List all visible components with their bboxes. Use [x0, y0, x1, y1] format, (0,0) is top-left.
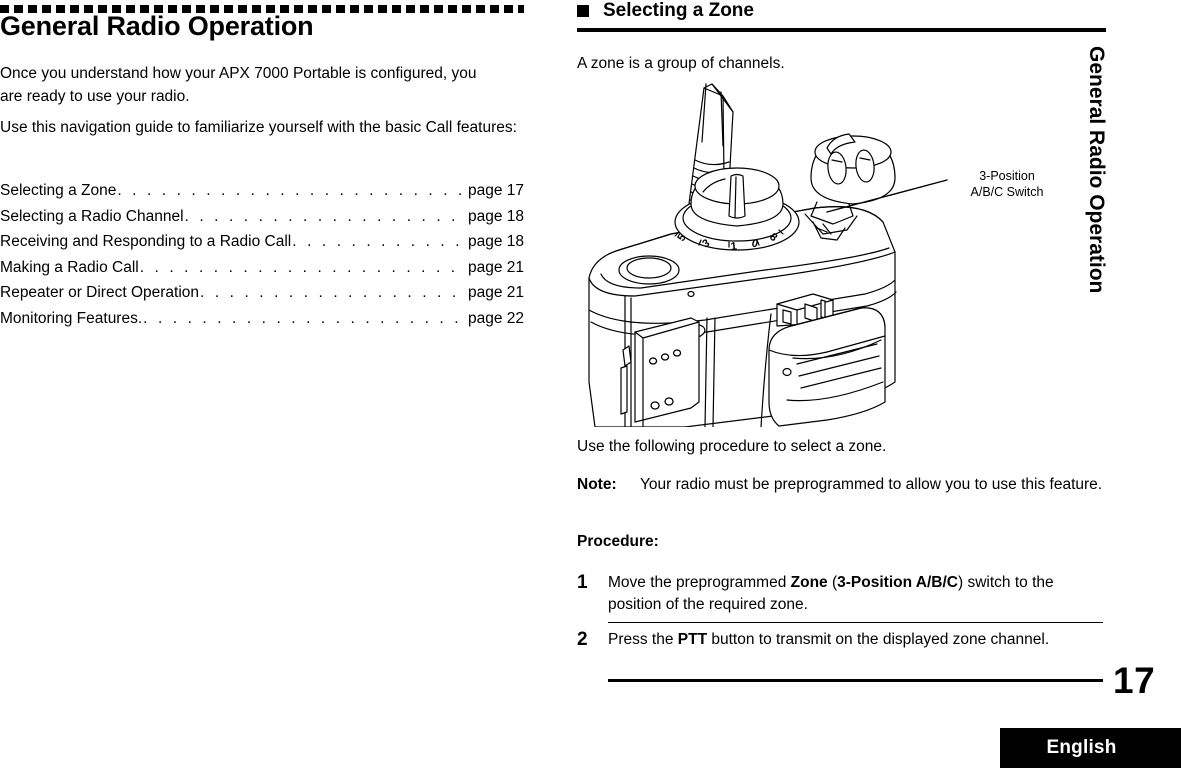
toc-entry-page: page 17	[467, 182, 524, 199]
intro-paragraph-1: Once you understand how your APX 7000 Po…	[0, 65, 477, 105]
page-title: General Radio Operation	[0, 11, 314, 41]
toc-entry-page: page 21	[467, 258, 524, 276]
accessory-port	[618, 255, 680, 285]
toc-entry-label: Making a Radio Call	[0, 258, 139, 276]
toc-leader-dots: . . . . . . . . . . . . . . . . . . . . …	[292, 233, 467, 250]
intro-paragraph-2: Use this navigation guide to familiarize…	[0, 119, 517, 136]
step-text: Move the preprogrammed Zone (3-Position …	[608, 574, 1054, 613]
step-number: 2	[577, 629, 588, 650]
step-divider-rule	[608, 622, 1103, 623]
toc-leader-dots: . . . . . . . . . . . . . . . . . . . . …	[117, 182, 467, 199]
toc-leader-dots: . . . . . . . . . . . . . . . . . . . . …	[184, 207, 467, 225]
section-heading-rule	[577, 28, 1103, 32]
table-of-contents: Selecting a Zone . . . . . . . . . . . .…	[0, 182, 524, 335]
toc-entry-label: Monitoring Features.	[0, 309, 143, 327]
note-text: Your radio must be preprogrammed to allo…	[640, 476, 1103, 493]
square-bullet-icon	[577, 5, 589, 17]
toc-entry[interactable]: Selecting a Radio Channel . . . . . . . …	[0, 208, 524, 234]
toc-entry[interactable]: Receiving and Responding to a Radio Call…	[0, 233, 524, 259]
toc-entry[interactable]: Monitoring Features. . . . . . . . . . .…	[0, 310, 524, 336]
toc-leader-dots: . . . . . . . . . . . . . . . . . . . . …	[139, 258, 467, 276]
toc-entry-page: page 18	[467, 233, 524, 250]
radio-illustration: MOTOROLA	[565, 82, 1110, 427]
running-head: General Radio Operation	[1085, 46, 1108, 294]
toc-entry[interactable]: Repeater or Direct Operation . . . . . .…	[0, 284, 524, 310]
side-tab-rule	[1080, 28, 1106, 32]
section-heading: Selecting a Zone	[577, 0, 754, 22]
procedure-step: 2 Press the PTT button to transmit on th…	[577, 629, 1109, 651]
note-block: Note: Your radio must be preprogrammed t…	[577, 474, 1109, 496]
toc-entry-label: Receiving and Responding to a Radio Call	[0, 233, 292, 250]
language-tab: English	[1000, 728, 1181, 768]
callout-line-2: A/B/C Switch	[970, 185, 1044, 199]
procedure-intro-paragraph: Use the following procedure to select a …	[577, 438, 887, 455]
callout-line-1: 3-Position	[979, 169, 1035, 183]
toc-entry-label: Repeater or Direct Operation	[0, 284, 200, 301]
section-intro-paragraph: A zone is a group of channels.	[577, 55, 785, 72]
section-heading-label: Selecting a Zone	[603, 0, 754, 21]
toc-entry-page: page 21	[467, 284, 524, 301]
toc-entry-page: page 18	[467, 207, 524, 225]
toc-leader-dots: . . . . . . . . . . . . . . . . . . . . …	[143, 309, 467, 327]
toc-entry-label: Selecting a Zone	[0, 182, 117, 199]
procedure-label: Procedure:	[577, 533, 659, 550]
step-bottom-rule	[608, 679, 1103, 682]
step-number: 1	[577, 572, 588, 593]
apx7000-radio-drawing: MOTOROLA	[588, 83, 948, 427]
callout-label: 3-Position A/B/C Switch	[942, 168, 1072, 200]
ptt-button	[768, 293, 886, 427]
toc-entry[interactable]: Selecting a Zone . . . . . . . . . . . .…	[0, 182, 524, 208]
step-text: Press the PTT button to transmit on the …	[608, 631, 1050, 648]
page-number: 17	[1113, 660, 1156, 701]
toc-leader-dots: . . . . . . . . . . . . . . . . . . . . …	[200, 284, 467, 301]
toc-entry[interactable]: Making a Radio Call . . . . . . . . . . …	[0, 259, 524, 285]
toc-entry-page: page 22	[467, 309, 524, 327]
manual-page: General Radio Operation Once you underst…	[0, 0, 1181, 768]
language-tab-label: English	[1046, 737, 1117, 758]
note-label: Note:	[577, 476, 617, 493]
toc-entry-label: Selecting a Radio Channel	[0, 207, 184, 225]
procedure-step: 1 Move the preprogrammed Zone (3-Positio…	[577, 572, 1109, 616]
svg-text:1: 1	[730, 240, 737, 253]
